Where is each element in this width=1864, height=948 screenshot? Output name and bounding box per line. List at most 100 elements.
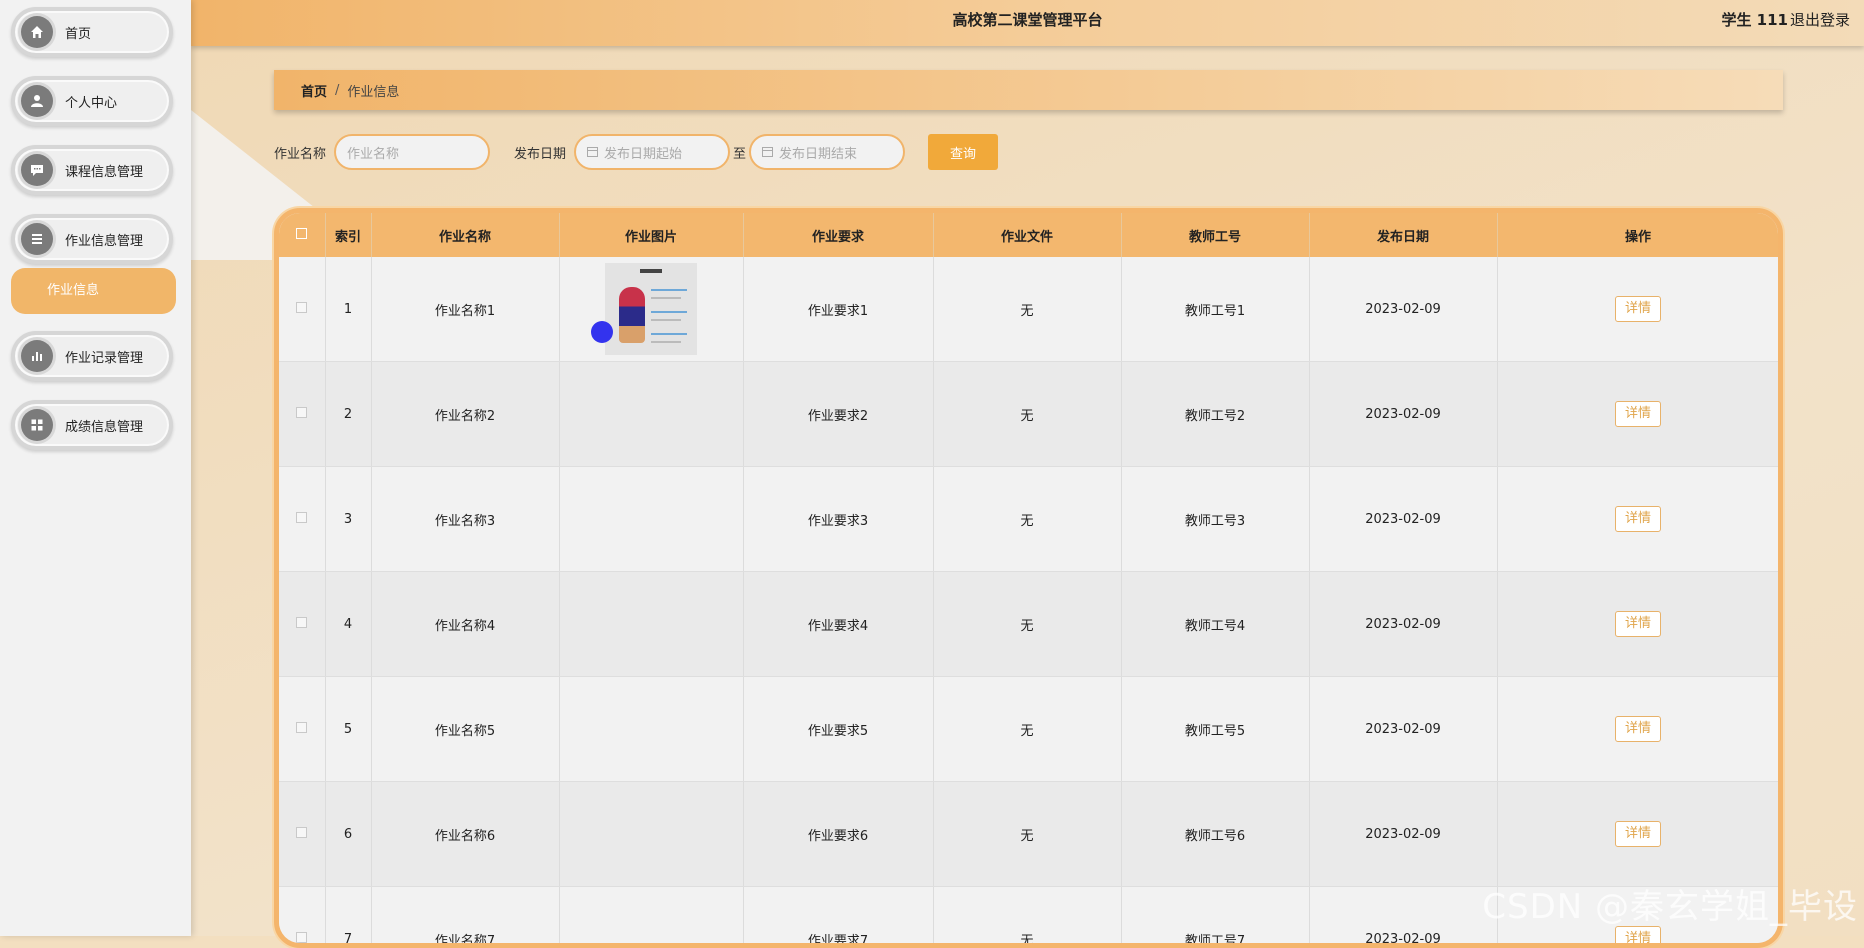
sidebar-item-label: 课程信息管理: [65, 161, 143, 180]
detail-button[interactable]: 详情: [1615, 506, 1661, 532]
top-header: 高校第二课堂管理平台 学生 111 退出登录: [191, 0, 1864, 46]
sidebar: 首页 个人中心 课程信息管理 作业信息管理 作业信息 作业记录管理 成绩信息管理: [0, 0, 191, 936]
column-header: 作业要求: [743, 213, 933, 257]
row-checkbox[interactable]: [296, 302, 307, 313]
cell-image: [559, 572, 743, 677]
logout-link[interactable]: 退出登录: [1790, 0, 1850, 40]
column-header: 作业图片: [559, 213, 743, 257]
cell-file: 无: [933, 572, 1121, 677]
list-icon: [21, 223, 53, 255]
cell-teacher: 教师工号1: [1121, 257, 1309, 362]
grid-icon: [21, 409, 53, 441]
column-header: 发布日期: [1309, 213, 1497, 257]
cell-date: 2023-02-09: [1309, 467, 1497, 572]
detail-button[interactable]: 详情: [1615, 296, 1661, 322]
cell-file: 无: [933, 467, 1121, 572]
row-checkbox[interactable]: [296, 932, 307, 943]
row-checkbox[interactable]: [296, 827, 307, 838]
sidebar-item-label: 成绩信息管理: [65, 416, 143, 435]
detail-button[interactable]: 详情: [1615, 716, 1661, 742]
table-row: 1 作业名称1 作业要求1 无 教师工号1 2023-02-09 详情: [279, 257, 1779, 362]
sidebar-item-label: 作业记录管理: [65, 347, 143, 366]
sidebar-subitem-homework-info[interactable]: 作业信息: [11, 268, 176, 314]
user-icon: [21, 85, 53, 117]
home-icon: [21, 16, 53, 48]
cell-index: 3: [325, 467, 371, 572]
cell-index: 4: [325, 572, 371, 677]
table-row: 2 作业名称2 作业要求2 无 教师工号2 2023-02-09 详情: [279, 362, 1779, 467]
cell-index: 2: [325, 362, 371, 467]
breadcrumb-separator: /: [335, 83, 339, 98]
sidebar-item-grades[interactable]: 成绩信息管理: [11, 400, 173, 450]
cell-image: [559, 782, 743, 887]
cell-file: 无: [933, 887, 1121, 948]
publish-date-label: 发布日期: [514, 143, 566, 162]
detail-button[interactable]: 详情: [1615, 401, 1661, 427]
cell-date: 2023-02-09: [1309, 362, 1497, 467]
detail-button[interactable]: 详情: [1615, 926, 1661, 948]
cell-date: 2023-02-09: [1309, 257, 1497, 362]
cell-requirement: 作业要求5: [743, 677, 933, 782]
sidebar-item-course[interactable]: 课程信息管理: [11, 145, 173, 195]
sidebar-item-profile[interactable]: 个人中心: [11, 76, 173, 126]
column-header: 教师工号: [1121, 213, 1309, 257]
date-start-placeholder: 发布日期起始: [604, 143, 682, 162]
cell-date: 2023-02-09: [1309, 677, 1497, 782]
cell-file: 无: [933, 677, 1121, 782]
query-button[interactable]: 查询: [928, 134, 998, 170]
table-header-row: 索引 作业名称 作业图片 作业要求 作业文件 教师工号 发布日期 操作: [279, 213, 1779, 257]
cell-image: [559, 257, 743, 362]
cell-index: 5: [325, 677, 371, 782]
cell-teacher: 教师工号5: [1121, 677, 1309, 782]
cell-teacher: 教师工号4: [1121, 572, 1309, 677]
sidebar-item-homework[interactable]: 作业信息管理: [11, 214, 173, 264]
row-checkbox[interactable]: [296, 512, 307, 523]
date-end-input[interactable]: 发布日期结束: [749, 134, 905, 170]
row-checkbox[interactable]: [296, 407, 307, 418]
cell-requirement: 作业要求7: [743, 887, 933, 948]
cell-teacher: 教师工号3: [1121, 467, 1309, 572]
row-checkbox[interactable]: [296, 722, 307, 733]
sidebar-item-label: 作业信息管理: [65, 230, 143, 249]
cell-requirement: 作业要求1: [743, 257, 933, 362]
breadcrumb: 首页 / 作业信息: [274, 70, 1783, 110]
cell-image: [559, 887, 743, 948]
homework-name-placeholder: 作业名称: [347, 143, 399, 162]
breadcrumb-home[interactable]: 首页: [301, 81, 327, 100]
cell-name: 作业名称4: [371, 572, 559, 677]
homework-name-label: 作业名称: [274, 143, 326, 162]
select-all-checkbox[interactable]: [296, 228, 307, 239]
cell-teacher: 教师工号6: [1121, 782, 1309, 887]
date-start-input[interactable]: 发布日期起始: [574, 134, 730, 170]
breadcrumb-current: 作业信息: [347, 81, 399, 100]
cell-index: 7: [325, 887, 371, 948]
homework-table: 索引 作业名称 作业图片 作业要求 作业文件 教师工号 发布日期 操作 1 作业…: [274, 208, 1783, 948]
cell-teacher: 教师工号7: [1121, 887, 1309, 948]
cell-image: [559, 467, 743, 572]
sidebar-item-home[interactable]: 首页: [11, 7, 173, 57]
cell-name: 作业名称2: [371, 362, 559, 467]
cell-requirement: 作业要求4: [743, 572, 933, 677]
cell-teacher: 教师工号2: [1121, 362, 1309, 467]
cell-date: 2023-02-09: [1309, 887, 1497, 948]
calendar-icon: [587, 147, 598, 157]
cell-index: 1: [325, 257, 371, 362]
detail-button[interactable]: 详情: [1615, 611, 1661, 637]
cell-date: 2023-02-09: [1309, 572, 1497, 677]
row-checkbox[interactable]: [296, 617, 307, 628]
chat-icon: [21, 154, 53, 186]
calendar-icon: [762, 147, 773, 157]
detail-button[interactable]: 详情: [1615, 821, 1661, 847]
sidebar-item-label: 个人中心: [65, 92, 117, 111]
homework-thumbnail[interactable]: [605, 263, 697, 355]
date-end-placeholder: 发布日期结束: [779, 143, 857, 162]
homework-name-input[interactable]: 作业名称: [334, 134, 490, 170]
cell-index: 6: [325, 782, 371, 887]
sidebar-item-record[interactable]: 作业记录管理: [11, 331, 173, 381]
table-row: 4 作业名称4 作业要求4 无 教师工号4 2023-02-09 详情: [279, 572, 1779, 677]
app-title: 高校第二课堂管理平台: [191, 0, 1864, 40]
column-header: 操作: [1497, 213, 1779, 257]
date-to-label: 至: [733, 143, 746, 162]
cell-date: 2023-02-09: [1309, 782, 1497, 887]
cell-image: [559, 677, 743, 782]
